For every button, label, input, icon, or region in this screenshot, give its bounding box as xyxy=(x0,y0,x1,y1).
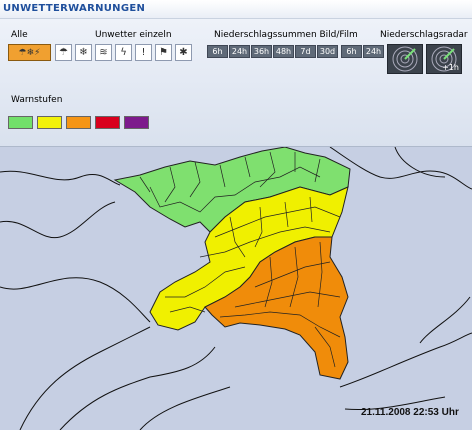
thunderstorm-button[interactable]: ϟ xyxy=(115,44,132,61)
warnstufe-4-swatch xyxy=(95,116,120,129)
snow-icon: ❄ xyxy=(79,47,88,58)
map-timestamp: 21.11.2008 22:53 Uhr xyxy=(361,407,459,418)
warnstufe-5-swatch xyxy=(124,116,149,129)
warnstufe-1-swatch xyxy=(8,116,33,129)
warnstufe-2-swatch xyxy=(37,116,62,129)
black-ice-icon: ! xyxy=(141,47,146,58)
unwetter-einzeln-label: Unwetter einzeln xyxy=(95,30,172,40)
black-ice-button[interactable]: ! xyxy=(135,44,152,61)
niederschlagssummen-label: Niederschlagssummen Bild/Film xyxy=(214,30,358,40)
niederschlagsradar-label: Niederschlagsradar xyxy=(380,30,468,40)
film-6h-button[interactable]: 6h xyxy=(341,45,362,58)
fog-icon: ⚑ xyxy=(159,47,168,58)
storm-icon: ≋ xyxy=(99,47,108,58)
fog-button[interactable]: ⚑ xyxy=(155,44,172,61)
warning-map[interactable]: 21.11.2008 22:53 Uhr xyxy=(0,147,472,430)
control-panel: Alle Unwetter einzeln Niederschlagssumme… xyxy=(0,19,472,147)
storm-button[interactable]: ≋ xyxy=(95,44,112,61)
snow-button[interactable]: ❄ xyxy=(75,44,92,61)
sum-48h-button[interactable]: 48h xyxy=(273,45,294,58)
radar-plus-label: +1h xyxy=(442,63,459,72)
sum-30d-button[interactable]: 30d xyxy=(317,45,338,58)
sum-24h-button[interactable]: 24h xyxy=(229,45,250,58)
wind-button[interactable]: ✱ xyxy=(175,44,192,61)
rain-icon: ☂ xyxy=(59,47,68,58)
all-warnings-icon: ☂❄⚡ xyxy=(18,47,41,58)
warnstufe-3-swatch xyxy=(66,116,91,129)
film-24h-button[interactable]: 24h xyxy=(363,45,384,58)
warnstufen-label: Warnstufen xyxy=(11,95,63,105)
radar-icon xyxy=(392,46,418,72)
thunderstorm-icon: ϟ xyxy=(120,47,127,58)
rain-button[interactable]: ☂ xyxy=(55,44,72,61)
radar-plus-1h-button[interactable]: +1h xyxy=(426,44,462,74)
sum-6h-button[interactable]: 6h xyxy=(207,45,228,58)
sum-7d-button[interactable]: 7d xyxy=(295,45,316,58)
alle-button[interactable]: ☂❄⚡ xyxy=(8,44,51,61)
title-bar: UNWETTERWARNUNGEN xyxy=(0,0,472,19)
sum-36h-button[interactable]: 36h xyxy=(251,45,272,58)
wind-icon: ✱ xyxy=(179,47,188,58)
alle-label: Alle xyxy=(11,30,28,40)
radar-button[interactable] xyxy=(387,44,423,74)
page-title: UNWETTERWARNUNGEN xyxy=(3,3,146,14)
